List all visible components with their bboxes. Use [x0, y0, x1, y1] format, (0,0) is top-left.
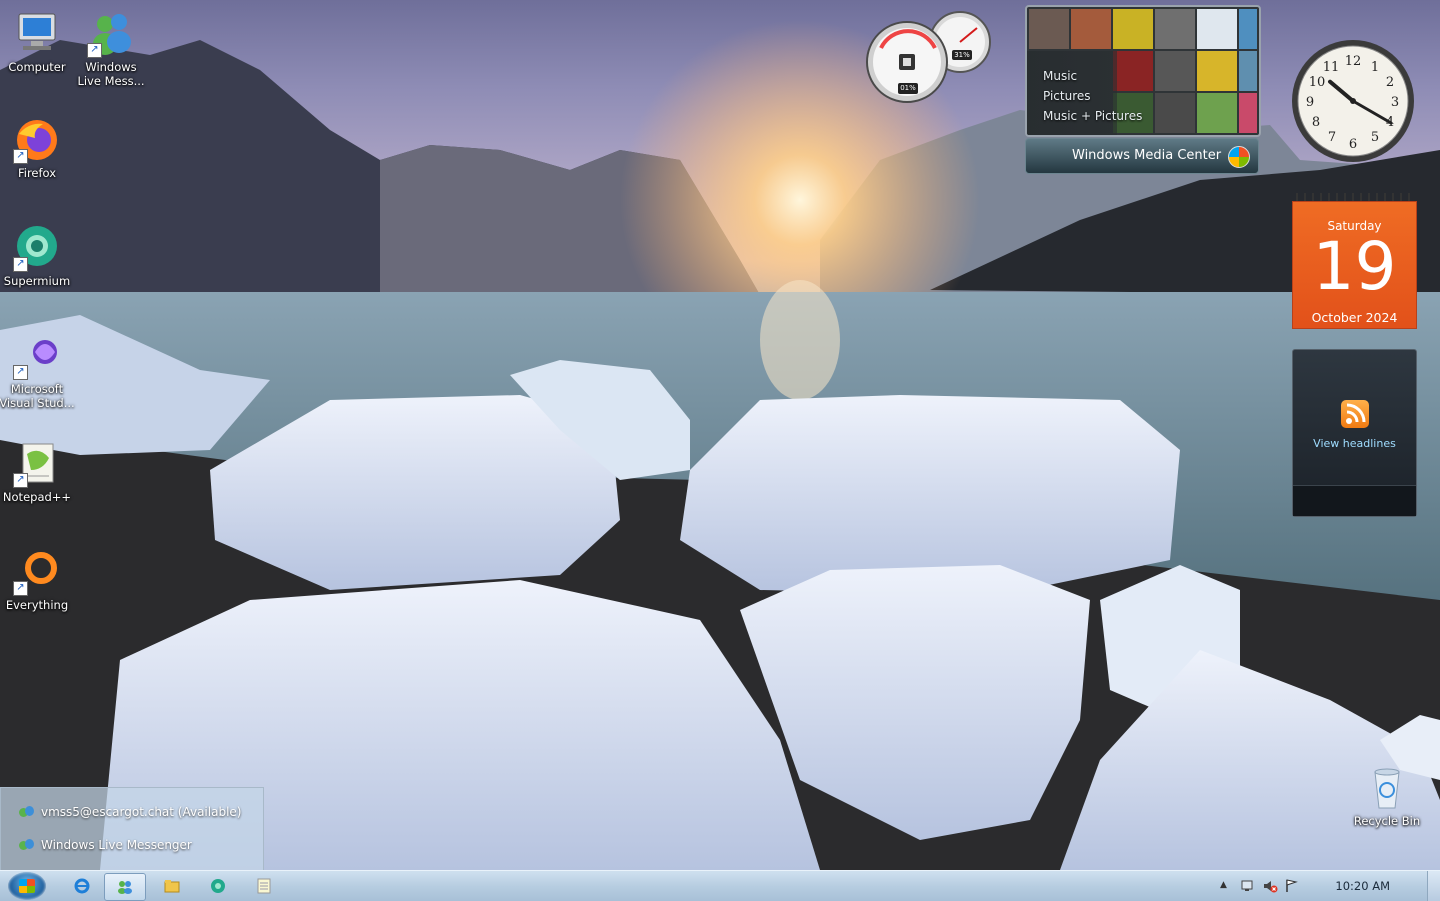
rss-feed-icon	[1341, 400, 1369, 428]
messenger-status-text: vmss5@escargot.chat (Available)	[41, 805, 242, 819]
action-center-flag-icon[interactable]	[1284, 878, 1300, 894]
firefox-icon: ↗	[13, 116, 61, 164]
media-center-title: Windows Media Center	[1072, 148, 1222, 163]
windows-logo-icon	[19, 879, 35, 893]
feed-gadget-footer	[1293, 485, 1416, 516]
desktop-icon-everything[interactable]: ↗ Everything	[0, 548, 77, 612]
shortcut-arrow-icon: ↗	[13, 365, 28, 380]
svg-text:5: 5	[1371, 130, 1379, 145]
network-icon[interactable]	[1240, 878, 1256, 894]
desktop-icon-notepadpp[interactable]: ↗ Notepad++	[0, 440, 77, 504]
shortcut-arrow-icon: ↗	[13, 473, 28, 488]
taskbar-windows-live-messenger[interactable]	[104, 873, 146, 901]
feed-headlines-gadget[interactable]: View headlines	[1292, 349, 1417, 517]
visual-studio-icon: ↗	[13, 332, 61, 380]
svg-text:2: 2	[1386, 75, 1394, 90]
windows-logo-icon	[1228, 146, 1250, 168]
media-center-gadget[interactable]: Music Pictures Music + Pictures Windows …	[1025, 5, 1261, 174]
desktop-icon-label: Windows Live Mess...	[77, 60, 145, 88]
desktop-icon-label: Supermium	[3, 274, 71, 288]
calendar-day-number: 19	[1312, 228, 1397, 305]
svg-text:8: 8	[1312, 115, 1320, 130]
messenger-buddy-icon	[19, 839, 35, 851]
volume-muted-icon[interactable]	[1262, 878, 1278, 894]
show-hidden-icons-chevron-up-icon[interactable]: ▲	[1220, 880, 1227, 890]
taskbar-explorer[interactable]	[152, 873, 192, 899]
media-item-music[interactable]: Music	[1043, 69, 1077, 83]
internet-explorer-icon	[74, 878, 90, 894]
supermium-icon: ↗	[13, 224, 61, 272]
taskbar-clock[interactable]: 10:20 AM	[1335, 879, 1390, 893]
desktop-icon-computer[interactable]: Computer	[0, 10, 77, 74]
explorer-icon	[164, 880, 180, 893]
cpu-meter-gadget[interactable]: 01% 31%	[865, 8, 993, 104]
media-item-pictures[interactable]: Pictures	[1043, 89, 1091, 103]
desktop-icon-windows-live-messenger[interactable]: ↗ Windows Live Mess...	[71, 10, 151, 88]
svg-text:1: 1	[1371, 60, 1379, 75]
messenger-jump-popup[interactable]: vmss5@escargot.chat (Available) Windows …	[0, 787, 264, 871]
computer-icon	[13, 10, 61, 58]
supermium-icon	[211, 879, 225, 893]
notepadpp-icon: ↗	[13, 440, 61, 488]
svg-text:6: 6	[1349, 137, 1357, 152]
calendar-page: Saturday 19 October 2024	[1292, 201, 1417, 329]
desktop-icon-label: Computer	[8, 60, 66, 74]
recycle-bin-icon	[1363, 764, 1411, 812]
shortcut-arrow-icon: ↗	[13, 149, 28, 164]
calendar-gadget[interactable]: Saturday 19 October 2024	[1292, 193, 1417, 329]
notification-area: ▲ 10:20 AM	[1210, 871, 1400, 901]
windows-live-messenger-icon: ↗	[87, 10, 135, 58]
analog-clock-face: 1212 345 678 91011	[1292, 40, 1414, 162]
desktop-icon-label: Notepad++	[2, 490, 72, 504]
show-desktop-button[interactable]	[1427, 871, 1440, 901]
messenger-open-item[interactable]: Windows Live Messenger	[19, 835, 192, 855]
media-item-music-pictures[interactable]: Music + Pictures	[1043, 109, 1142, 123]
cpu-usage-value: 01%	[898, 83, 918, 94]
desktop-icon-visual-studio[interactable]: ↗ Microsoft Visual Stud...	[0, 332, 77, 410]
shortcut-arrow-icon: ↗	[13, 257, 28, 272]
start-button[interactable]	[8, 872, 46, 900]
windows-live-messenger-icon	[118, 881, 132, 894]
messenger-buddy-icon	[19, 806, 35, 818]
taskbar-notepad[interactable]	[244, 873, 284, 899]
desktop-icon-recycle-bin[interactable]: Recycle Bin	[1347, 764, 1427, 828]
shortcut-arrow-icon: ↗	[87, 43, 102, 58]
desktop-icon-label: Microsoft Visual Stud...	[0, 382, 75, 410]
svg-text:11: 11	[1323, 60, 1340, 75]
memory-usage-value: 31%	[952, 50, 972, 60]
desktop-icon-label: Firefox	[17, 166, 57, 180]
taskbar-internet-explorer[interactable]	[62, 873, 102, 899]
clock-gadget[interactable]: 1212 345 678 91011	[1290, 38, 1416, 164]
taskbar: ▲ 10:20 AM	[0, 870, 1440, 901]
desktop-icon-supermium[interactable]: ↗ Supermium	[0, 224, 77, 288]
svg-text:9: 9	[1306, 95, 1314, 110]
desktop-icon-label: Everything	[5, 598, 69, 612]
taskbar-supermium[interactable]	[198, 873, 238, 899]
desktop-icon-firefox[interactable]: ↗ Firefox	[0, 116, 77, 180]
view-headlines-link[interactable]: View headlines	[1293, 437, 1416, 450]
messenger-open-text: Windows Live Messenger	[41, 838, 192, 852]
calendar-month-year: October 2024	[1311, 310, 1398, 325]
shortcut-arrow-icon: ↗	[13, 581, 28, 596]
everything-icon: ↗	[13, 548, 61, 596]
svg-text:3: 3	[1391, 95, 1399, 110]
messenger-status-item[interactable]: vmss5@escargot.chat (Available)	[19, 802, 241, 822]
desktop-icon-label: Recycle Bin	[1353, 814, 1421, 828]
svg-text:10: 10	[1309, 75, 1326, 90]
media-center-launch-bar[interactable]: Windows Media Center	[1025, 138, 1259, 174]
notepad-icon	[257, 878, 271, 894]
media-tiles-grid[interactable]: Music Pictures Music + Pictures	[1025, 5, 1261, 137]
svg-text:7: 7	[1328, 130, 1336, 145]
svg-text:12: 12	[1345, 54, 1362, 69]
